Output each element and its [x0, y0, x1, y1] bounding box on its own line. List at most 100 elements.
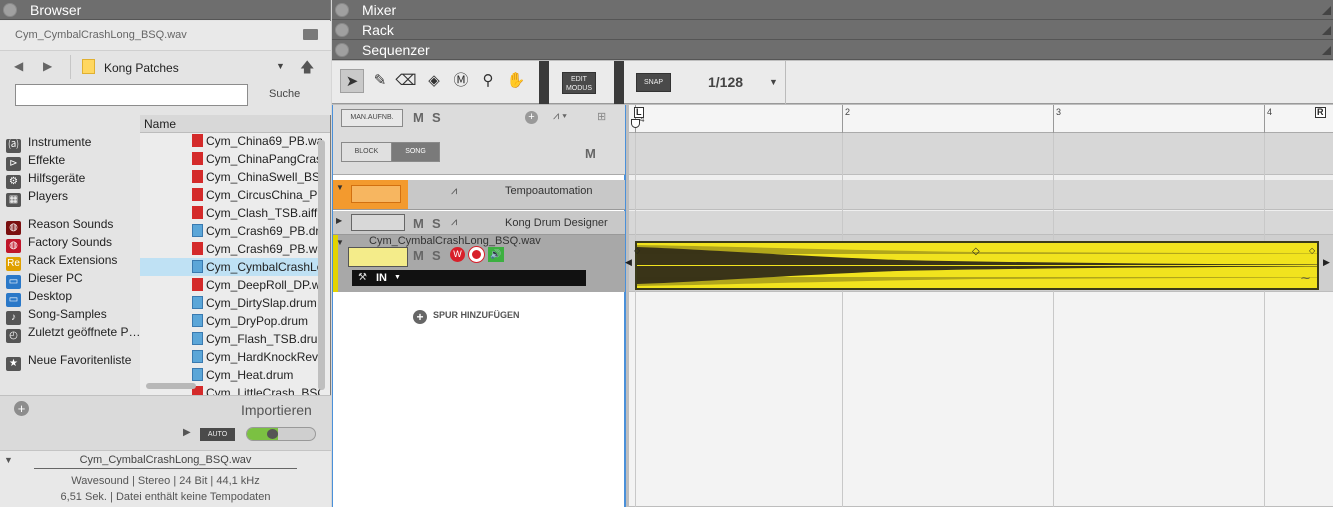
- add-track-button[interactable]: + SPUR HINZUFÜGEN: [413, 310, 520, 324]
- add-icon[interactable]: +: [525, 111, 538, 124]
- file-row[interactable]: Cym_HardKnockRevCra: [140, 348, 322, 366]
- location-instrumente[interactable]: ⒜ Instrumente: [6, 135, 91, 153]
- location-factory-sounds[interactable]: ◍ Factory Sounds: [6, 235, 112, 253]
- collapse-icon[interactable]: ▼: [4, 455, 13, 465]
- expand-icon[interactable]: ▼: [336, 238, 344, 247]
- file-row[interactable]: Cym_CymbalCrashLong_: [140, 258, 322, 276]
- rack-header[interactable]: Rack: [332, 20, 1333, 40]
- add-icon[interactable]: +: [14, 401, 29, 416]
- file-row[interactable]: Cym_Crash69_PB.wav: [140, 240, 322, 258]
- file-row[interactable]: Cym_ChinaPangCrash_M: [140, 150, 322, 168]
- speaker-icon[interactable]: 🔊: [488, 247, 504, 262]
- clip-right-handle-icon[interactable]: ▶: [1323, 257, 1330, 268]
- slider-knob[interactable]: [267, 429, 278, 439]
- browser-toggle-icon[interactable]: [3, 3, 17, 17]
- location-players[interactable]: ▦ Players: [6, 189, 68, 207]
- horizontal-scrollbar[interactable]: [146, 383, 196, 389]
- automation-icon[interactable]: ⩘: [451, 216, 457, 229]
- preview-volume-slider[interactable]: [246, 427, 316, 441]
- magnify-tool-icon[interactable]: ⚲: [476, 69, 500, 93]
- rack-toggle-icon[interactable]: [335, 23, 349, 37]
- fade-out-handle-icon[interactable]: ◇: [1309, 246, 1315, 255]
- left-locator-icon[interactable]: L: [634, 107, 644, 118]
- vertical-scrollbar[interactable]: [318, 140, 325, 390]
- location-zuletzt-geöffnete-p[interactable]: ◴ Zuletzt geöffnete P…: [6, 325, 141, 343]
- file-row[interactable]: Cym_ChinaSwell_BSQ.w: [140, 168, 322, 186]
- import-button[interactable]: Importieren: [241, 402, 312, 418]
- browser-header[interactable]: Browser: [0, 0, 330, 20]
- column-header-name[interactable]: Name: [140, 115, 330, 133]
- mute-button[interactable]: M: [413, 248, 424, 263]
- lane-kong[interactable]: [629, 211, 1333, 235]
- clip-left-handle-icon[interactable]: ◀: [625, 257, 632, 268]
- mute-button[interactable]: M: [413, 216, 424, 231]
- automation-icon[interactable]: ⩘: [451, 185, 457, 198]
- input-selector[interactable]: IN: [376, 272, 387, 284]
- solo-button[interactable]: S: [432, 216, 441, 231]
- search-button[interactable]: Suche: [269, 88, 300, 100]
- manual-record-button[interactable]: MAN.AUFNB.: [341, 109, 403, 127]
- master-solo-button[interactable]: S: [432, 110, 441, 125]
- eraser-tool-icon[interactable]: ⌫: [394, 69, 418, 93]
- track-tempo-automation[interactable]: ▼ ⩘ Tempoautomation: [333, 180, 625, 210]
- stretch-icon[interactable]: ⁓: [1301, 273, 1310, 284]
- sequencer-toggle-icon[interactable]: [335, 43, 349, 57]
- search-input[interactable]: [15, 84, 248, 106]
- record-enable-icon[interactable]: [469, 247, 484, 262]
- location-hilfsgeräte[interactable]: ⚙ Hilfsgeräte: [6, 171, 85, 189]
- expand-icon[interactable]: ▼: [336, 183, 344, 192]
- pencil-tool-icon[interactable]: ✎: [368, 69, 392, 93]
- clip-level-handle-icon[interactable]: ◇: [972, 246, 980, 257]
- file-row[interactable]: Cym_China69_PB.wav: [140, 132, 322, 150]
- chevron-down-icon[interactable]: ▼: [769, 77, 778, 87]
- track-audio[interactable]: ▼ Cym_CymbalCrashLong_BSQ.wav M S W 🔊 ⚒ …: [333, 235, 625, 292]
- master-mute-button[interactable]: M: [585, 146, 596, 161]
- resize-corner-icon[interactable]: [1322, 26, 1331, 35]
- location-desktop[interactable]: ▭ Desktop: [6, 289, 72, 307]
- expand-icon[interactable]: ▶: [336, 216, 342, 225]
- resize-corner-icon[interactable]: [1322, 46, 1331, 55]
- file-row[interactable]: Cym_Heat.drum: [140, 366, 322, 384]
- file-row[interactable]: Cym_Clash_TSB.aiff: [140, 204, 322, 222]
- automation-icon[interactable]: ⩘ ▾: [553, 110, 567, 123]
- wrench-icon[interactable]: ⚒: [358, 272, 367, 283]
- audio-clip[interactable]: ◇ ◇ ◇ ⁓: [634, 241, 1319, 290]
- solo-button[interactable]: S: [432, 248, 441, 263]
- monitor-icon[interactable]: W: [450, 247, 465, 262]
- snap-button[interactable]: SNAP: [636, 73, 671, 92]
- hand-tool-icon[interactable]: ✋: [504, 69, 528, 93]
- location-song-samples[interactable]: ♪ Song-Samples: [6, 307, 107, 325]
- file-row[interactable]: Cym_Flash_TSB.drum: [140, 330, 322, 348]
- select-tool-icon[interactable]: ➤: [340, 69, 364, 93]
- quantize-value[interactable]: 1/128: [708, 74, 743, 90]
- file-row[interactable]: Cym_CircusChina_PB.w: [140, 186, 322, 204]
- folder-icon[interactable]: [303, 29, 318, 40]
- file-row[interactable]: Cym_DirtySlap.drum: [140, 294, 322, 312]
- location-effekte[interactable]: ⊳ Effekte: [6, 153, 65, 171]
- location-rack-extensions[interactable]: Re Rack Extensions: [6, 253, 117, 271]
- file-row[interactable]: Cym_Crash69_PB.drum: [140, 222, 322, 240]
- file-row[interactable]: Cym_DryPop.drum: [140, 312, 322, 330]
- track-kong[interactable]: ▶ M S ⩘ Kong Drum Designer: [333, 211, 625, 235]
- right-locator-icon[interactable]: R: [1315, 107, 1326, 118]
- back-icon[interactable]: ◀: [14, 59, 23, 73]
- mixer-header[interactable]: Mixer: [332, 0, 1333, 20]
- mixer-toggle-icon[interactable]: [335, 3, 349, 17]
- location-dieser-pc[interactable]: ▭ Dieser PC: [6, 271, 83, 289]
- file-row[interactable]: Cym_DeepRoll_DP.wav: [140, 276, 322, 294]
- lane-empty[interactable]: [629, 292, 1333, 507]
- mute-tool-icon[interactable]: Ⓜ: [449, 69, 473, 93]
- fade-in-handle-icon[interactable]: ◇: [634, 246, 640, 255]
- block-mode-button[interactable]: BLOCK: [341, 142, 392, 162]
- forward-icon[interactable]: ▶: [43, 59, 52, 73]
- up-arrow-icon[interactable]: 🡅: [300, 57, 314, 81]
- master-mute-button[interactable]: M: [413, 110, 424, 125]
- razor-tool-icon[interactable]: ◈: [422, 69, 446, 93]
- location-neue-favoritenliste[interactable]: ★ Neue Favoritenliste: [6, 353, 131, 371]
- sequencer-header[interactable]: Sequenzer: [332, 40, 1333, 60]
- auto-button[interactable]: AUTO: [200, 428, 235, 441]
- resize-corner-icon[interactable]: [1322, 6, 1331, 15]
- lane-tempo[interactable]: [629, 180, 1333, 210]
- song-mode-button[interactable]: SONG: [391, 142, 440, 162]
- timeline-ruler[interactable]: 4 L 2 3 4 R: [629, 105, 1333, 133]
